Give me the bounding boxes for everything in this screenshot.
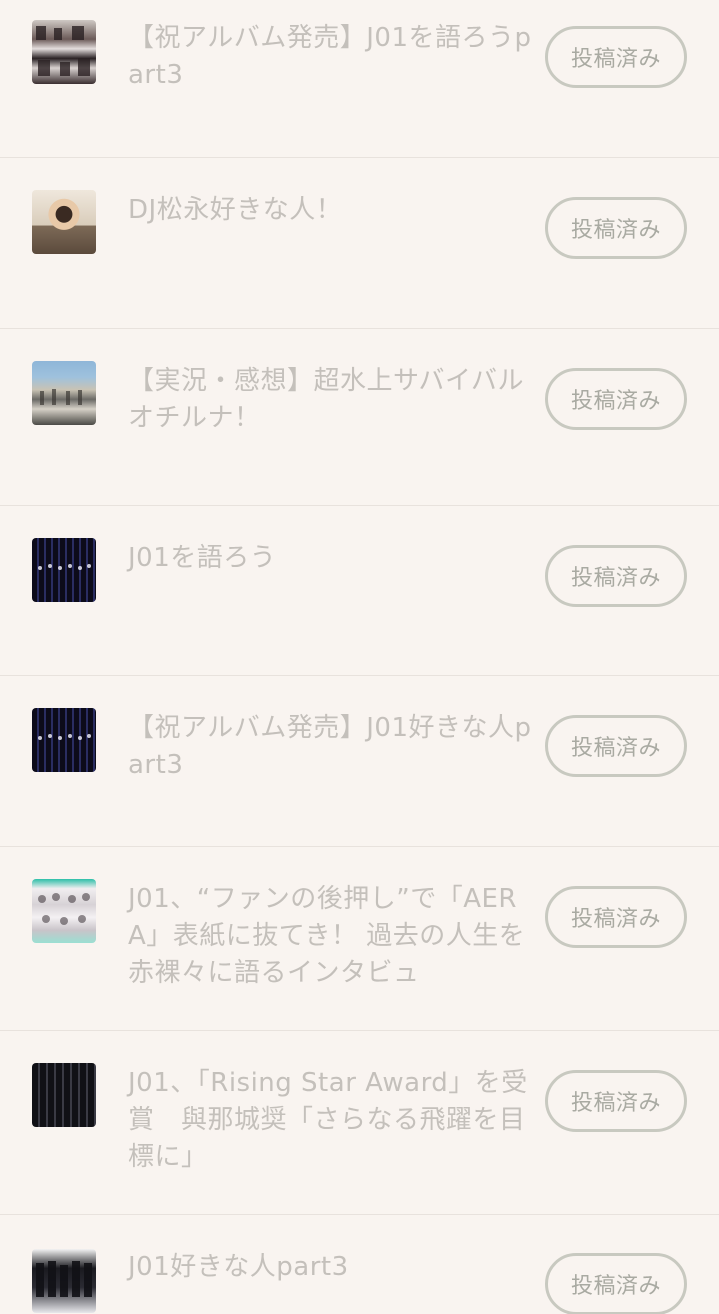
posted-button[interactable]: 投稿済み bbox=[545, 368, 687, 430]
list-item[interactable]: 【実況・感想】超水上サバイバル オチルナ！ 投稿済み bbox=[0, 329, 719, 506]
item-title: J01を語ろう bbox=[128, 543, 277, 573]
list-item[interactable]: 【祝アルバム発売】J01好きな人part3 投稿済み bbox=[0, 676, 719, 847]
outdoor-photo-icon bbox=[32, 361, 96, 425]
item-title: 【祝アルバム発売】J01を語ろうpart3 bbox=[128, 23, 532, 90]
award-photo-icon bbox=[32, 1063, 96, 1127]
stage-photo-icon bbox=[32, 538, 96, 602]
posted-button[interactable]: 投稿済み bbox=[545, 26, 687, 88]
item-title: 【実況・感想】超水上サバイバル オチルナ！ bbox=[128, 366, 551, 433]
topic-list: 【祝アルバム発売】J01を語ろうpart3 投稿済み DJ松永好きな人！ 投稿済… bbox=[0, 0, 719, 1314]
stage-photo-icon bbox=[32, 708, 96, 772]
item-title: J01、「Rising Star Award」を受賞 與那城奨「さらなる飛躍を目… bbox=[128, 1068, 528, 1172]
item-title: 【祝アルバム発売】J01好きな人part3 bbox=[128, 713, 532, 780]
magazine-cover-icon bbox=[32, 879, 96, 943]
posted-button[interactable]: 投稿済み bbox=[545, 545, 687, 607]
portrait-photo-icon bbox=[32, 190, 96, 254]
posted-button[interactable]: 投稿済み bbox=[545, 197, 687, 259]
item-title: J01好きな人part3 bbox=[128, 1252, 349, 1282]
list-item[interactable]: J01、“ファンの後押し”で「AERA」表紙に抜てき！ 過去の人生を赤裸々に語る… bbox=[0, 847, 719, 1031]
item-title: J01、“ファンの後押し”で「AERA」表紙に抜てき！ 過去の人生を赤裸々に語る… bbox=[128, 884, 526, 988]
posted-button[interactable]: 投稿済み bbox=[545, 886, 687, 948]
posted-button[interactable]: 投稿済み bbox=[545, 1070, 687, 1132]
item-title: DJ松永好きな人！ bbox=[128, 195, 343, 225]
list-item[interactable]: J01を語ろう 投稿済み bbox=[0, 506, 719, 676]
list-item[interactable]: DJ松永好きな人！ 投稿済み bbox=[0, 158, 719, 329]
list-item[interactable]: J01好きな人part3 投稿済み bbox=[0, 1215, 719, 1314]
posted-button[interactable]: 投稿済み bbox=[545, 1253, 687, 1314]
list-item[interactable]: 【祝アルバム発売】J01を語ろうpart3 投稿済み bbox=[0, 0, 719, 158]
posted-button[interactable]: 投稿済み bbox=[545, 715, 687, 777]
list-item[interactable]: J01、「Rising Star Award」を受賞 與那城奨「さらなる飛躍を目… bbox=[0, 1031, 719, 1215]
group-photo-icon bbox=[32, 20, 96, 84]
group-photo-icon bbox=[32, 1249, 96, 1313]
